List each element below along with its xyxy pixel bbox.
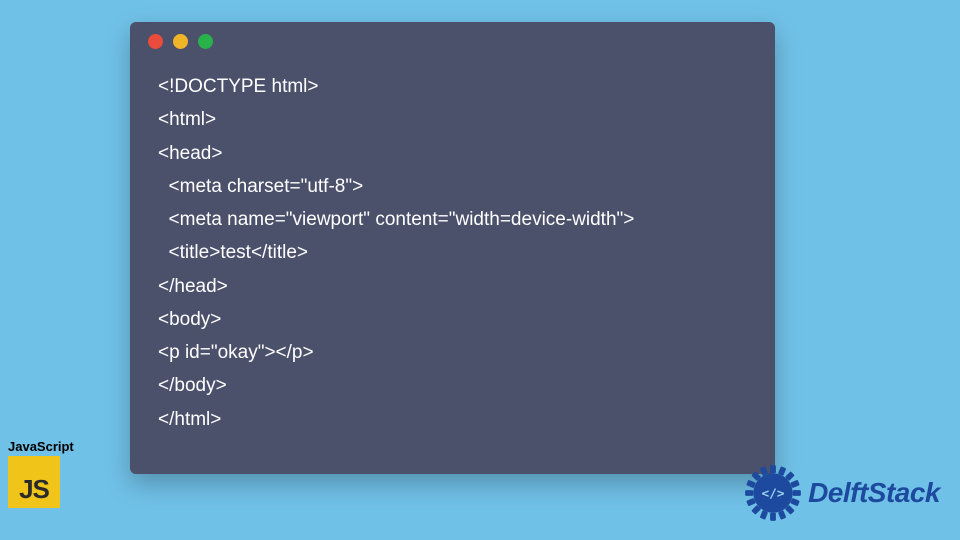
javascript-badge: JavaScript JS [8,439,74,508]
code-window: <!DOCTYPE html> <html> <head> <meta char… [130,22,775,474]
js-logo-icon: JS [8,456,60,508]
code-content: <!DOCTYPE html> <html> <head> <meta char… [130,60,775,456]
delftstack-brand: </> DelftStack [744,464,940,522]
brand-name: DelftStack [808,477,940,509]
gear-icon: </> [744,464,802,522]
maximize-icon[interactable] [198,34,213,49]
svg-text:</>: </> [762,487,785,502]
close-icon[interactable] [148,34,163,49]
window-titlebar [130,22,775,60]
js-label: JavaScript [8,439,74,454]
js-logo-text: JS [19,474,49,505]
minimize-icon[interactable] [173,34,188,49]
